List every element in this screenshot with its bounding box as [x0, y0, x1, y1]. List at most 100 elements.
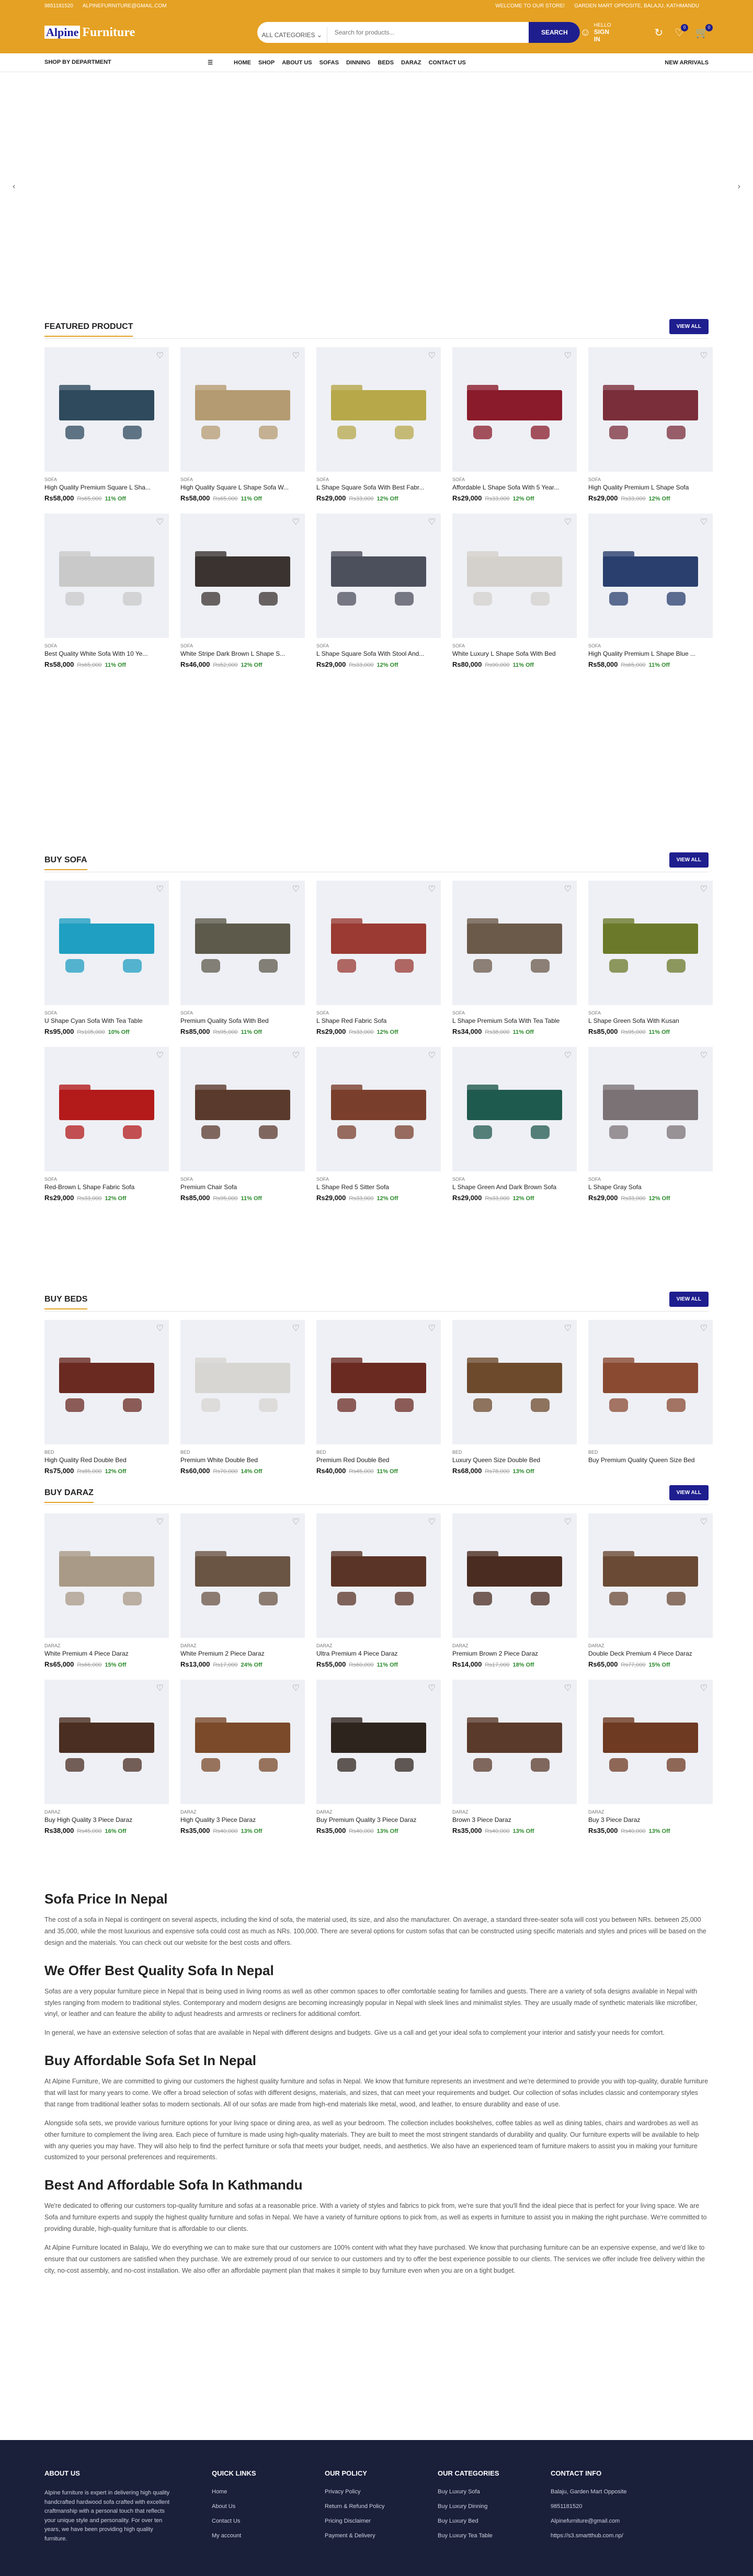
wishlist-heart-icon[interactable]: ♡	[700, 1517, 708, 1527]
product-name[interactable]: L Shape Red Fabric Sofa	[316, 1017, 441, 1024]
wishlist-heart-icon[interactable]: ♡	[292, 517, 300, 527]
category-select[interactable]: All Categories ⌄	[257, 27, 327, 43]
wishlist-heart-icon[interactable]: ♡	[292, 1683, 300, 1693]
product-name[interactable]: High Quality Premium Square L Sha...	[44, 484, 169, 491]
nav-link-home[interactable]: HOME	[234, 60, 251, 66]
signin-link[interactable]: ☺ HELLO SIGN IN	[580, 22, 617, 43]
view-all-button[interactable]: VIEW ALL	[669, 852, 709, 868]
wishlist-heart-icon[interactable]: ♡	[564, 517, 572, 527]
product-name[interactable]: Buy Premium Quality Queen Size Bed	[588, 1456, 713, 1464]
prev-arrow-icon[interactable]: ‹	[13, 182, 15, 191]
footer-link-contact[interactable]: Alpinefurniture@gmail.com	[551, 2518, 708, 2524]
product-image[interactable]: ♡	[452, 1320, 577, 1444]
wishlist-heart-icon[interactable]: ♡	[156, 517, 164, 527]
product-image[interactable]: ♡	[316, 881, 441, 1005]
product-name[interactable]: Affordable L Shape Sofa With 5 Year...	[452, 484, 577, 491]
product-card[interactable]: ♡ BED Premium White Double Bed Rs60,000 R…	[180, 1320, 305, 1475]
product-card[interactable]: ♡ DARAZ Double Deck Premium 4 Piece Dara…	[588, 1513, 713, 1668]
product-image[interactable]: ♡	[316, 1513, 441, 1638]
product-card[interactable]: ♡ SOFA High Quality Premium L Shape Sofa…	[588, 347, 713, 502]
email-text[interactable]: ALPINEFURNITURE@GMAIL.COM	[83, 3, 167, 9]
product-image[interactable]: ♡	[588, 347, 713, 472]
wishlist-heart-icon[interactable]: ♡	[428, 1050, 436, 1061]
product-name[interactable]: White Stripe Dark Brown L Shape S...	[180, 650, 305, 657]
product-image[interactable]: ♡	[452, 514, 577, 638]
product-card[interactable]: ♡ DARAZ Buy High Quality 3 Piece Daraz R…	[44, 1680, 169, 1834]
product-image[interactable]: ♡	[588, 1047, 713, 1171]
wishlist-heart-icon[interactable]: ♡	[292, 1050, 300, 1061]
nav-link-daraz[interactable]: DARAZ	[401, 60, 421, 66]
product-image[interactable]: ♡	[588, 881, 713, 1005]
product-image[interactable]: ♡	[588, 1320, 713, 1444]
product-image[interactable]: ♡	[452, 1513, 577, 1638]
product-image[interactable]: ♡	[588, 1513, 713, 1638]
nav-link-dinning[interactable]: DINNING	[346, 60, 370, 66]
product-name[interactable]: L Shape Red 5 Sitter Sofa	[316, 1183, 441, 1191]
nav-link-shop[interactable]: SHOP	[258, 60, 275, 66]
product-image[interactable]: ♡	[452, 1680, 577, 1804]
footer-link-quick[interactable]: Home	[212, 2489, 325, 2495]
product-image[interactable]: ♡	[180, 1320, 305, 1444]
wishlist-heart-icon[interactable]: ♡	[428, 1683, 436, 1693]
product-image[interactable]: ♡	[452, 1047, 577, 1171]
product-image[interactable]: ♡	[588, 514, 713, 638]
nav-link-contact-us[interactable]: CONTACT US	[428, 60, 465, 66]
product-name[interactable]: Buy 3 Piece Daraz	[588, 1816, 713, 1823]
wishlist-heart-icon[interactable]: ♡	[156, 1050, 164, 1061]
footer-link-contact[interactable]: Balaju, Garden Mart Opposite	[551, 2489, 708, 2495]
wishlist-heart-icon[interactable]: ♡	[292, 350, 300, 361]
compare-icon[interactable]: ↻	[654, 26, 663, 39]
product-image[interactable]: ♡	[180, 1047, 305, 1171]
search-button[interactable]: SEARCH	[529, 22, 580, 43]
product-image[interactable]: ♡	[44, 514, 169, 638]
product-image[interactable]: ♡	[44, 1320, 169, 1444]
product-name[interactable]: Buy Premium Quality 3 Piece Daraz	[316, 1816, 441, 1823]
product-image[interactable]: ♡	[44, 1047, 169, 1171]
product-name[interactable]: Ultra Premium 4 Piece Daraz	[316, 1650, 441, 1657]
product-name[interactable]: Premium Quality Sofa With Bed	[180, 1017, 305, 1024]
product-name[interactable]: L Shape Square Sofa With Stool And...	[316, 650, 441, 657]
product-card[interactable]: ♡ SOFA White Luxury L Shape Sofa With Be…	[452, 514, 577, 668]
product-image[interactable]: ♡	[180, 1513, 305, 1638]
next-arrow-icon[interactable]: ›	[738, 182, 740, 191]
wishlist-heart-icon[interactable]: ♡	[156, 1683, 164, 1693]
product-name[interactable]: Premium White Double Bed	[180, 1456, 305, 1464]
product-name[interactable]: Premium Red Double Bed	[316, 1456, 441, 1464]
footer-link-cats[interactable]: Buy Luxury Tea Table	[438, 2533, 551, 2539]
product-image[interactable]: ♡	[452, 347, 577, 472]
product-name[interactable]: L Shape Green And Dark Brown Sofa	[452, 1183, 577, 1191]
product-image[interactable]: ♡	[44, 1680, 169, 1804]
footer-link-contact[interactable]: https://s3.smartthub.com.np/	[551, 2533, 708, 2539]
wishlist-heart-icon[interactable]: ♡	[156, 1517, 164, 1527]
product-card[interactable]: ♡ SOFA U Shape Cyan Sofa With Tea Table …	[44, 881, 169, 1035]
product-image[interactable]: ♡	[44, 347, 169, 472]
footer-link-contact[interactable]: 9851181520	[551, 2503, 708, 2510]
product-card[interactable]: ♡ DARAZ Brown 3 Piece Daraz Rs35,000 Rs40…	[452, 1680, 577, 1834]
product-card[interactable]: ♡ SOFA Premium Chair Sofa Rs85,000 Rs95,0…	[180, 1047, 305, 1202]
product-card[interactable]: ♡ DARAZ Buy Premium Quality 3 Piece Dara…	[316, 1680, 441, 1834]
wishlist-heart-icon[interactable]: ♡	[564, 350, 572, 361]
product-image[interactable]: ♡	[180, 514, 305, 638]
footer-link-policy[interactable]: Privacy Policy	[325, 2489, 438, 2495]
product-image[interactable]: ♡	[588, 1680, 713, 1804]
product-image[interactable]: ♡	[180, 347, 305, 472]
product-card[interactable]: ♡ SOFA L Shape Gray Sofa Rs29,000 Rs33,00…	[588, 1047, 713, 1202]
product-card[interactable]: ♡ BED Luxury Queen Size Double Bed Rs68,…	[452, 1320, 577, 1475]
product-card[interactable]: ♡ SOFA High Quality Premium L Shape Blue…	[588, 514, 713, 668]
product-name[interactable]: L Shape Premium Sofa With Tea Table	[452, 1017, 577, 1024]
wishlist-heart-icon[interactable]: ♡	[292, 884, 300, 894]
product-name[interactable]: High Quality Square L Shape Sofa W...	[180, 484, 305, 491]
product-image[interactable]: ♡	[180, 1680, 305, 1804]
footer-link-cats[interactable]: Buy Luxury Bed	[438, 2518, 551, 2524]
product-card[interactable]: ♡ SOFA Premium Quality Sofa With Bed Rs8…	[180, 881, 305, 1035]
wishlist-heart-icon[interactable]: ♡	[564, 884, 572, 894]
product-card[interactable]: ♡ SOFA White Stripe Dark Brown L Shape S…	[180, 514, 305, 668]
footer-link-cats[interactable]: Buy Luxury Sofa	[438, 2489, 551, 2495]
product-name[interactable]: High Quality 3 Piece Daraz	[180, 1816, 305, 1823]
product-name[interactable]: Best Quality White Sofa With 10 Ye...	[44, 650, 169, 657]
product-card[interactable]: ♡ BED High Quality Red Double Bed Rs75,0…	[44, 1320, 169, 1475]
wishlist-heart-icon[interactable]: ♡	[428, 350, 436, 361]
product-card[interactable]: ♡ SOFA High Quality Square L Shape Sofa …	[180, 347, 305, 502]
footer-link-quick[interactable]: My account	[212, 2533, 325, 2539]
footer-link-policy[interactable]: Return & Refund Policy	[325, 2503, 438, 2510]
